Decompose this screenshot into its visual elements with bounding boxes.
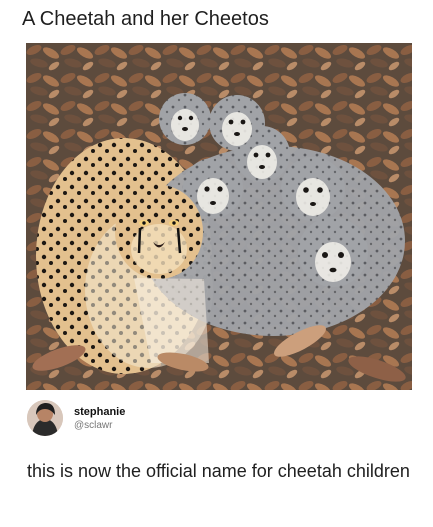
post-title: A Cheetah and her Cheetos xyxy=(22,8,269,30)
author-names: stephanie @sclawr xyxy=(74,405,125,432)
cheetah-photo[interactable] xyxy=(26,43,412,390)
user-handle[interactable]: @sclawr xyxy=(74,419,125,432)
display-name[interactable]: stephanie xyxy=(74,405,125,419)
cheetah-photo-illustration xyxy=(26,43,412,390)
author-avatar[interactable] xyxy=(27,400,63,436)
author-info[interactable]: stephanie @sclawr xyxy=(27,396,125,440)
tweet-text: this is now the official name for cheeta… xyxy=(27,461,410,481)
user-avatar-icon xyxy=(27,400,63,436)
